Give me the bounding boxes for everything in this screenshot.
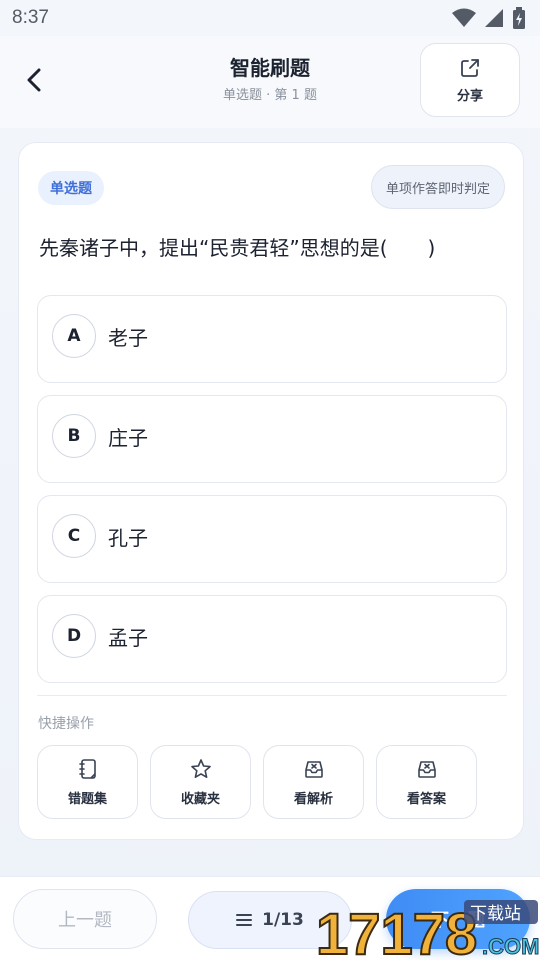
wifi-icon xyxy=(452,8,476,27)
view-explanation-button[interactable]: 看解析 xyxy=(263,745,364,819)
quick-action-label: 收藏夹 xyxy=(180,791,220,807)
status-time: 8:37 xyxy=(12,7,49,28)
header: 智能刷题 单选题 · 第 1 题 分享 xyxy=(0,36,540,128)
prev-question-button[interactable]: 上一题 xyxy=(13,889,157,949)
option-letter: A xyxy=(52,314,96,358)
quick-action-label: 看答案 xyxy=(406,791,446,807)
option-c[interactable]: C 孔子 xyxy=(37,495,507,583)
option-text: 老子 xyxy=(108,326,148,350)
option-letter: D xyxy=(52,614,96,658)
option-letter: C xyxy=(52,514,96,558)
option-d[interactable]: D 孟子 xyxy=(37,595,507,683)
question-type-badge: 单选题 xyxy=(38,171,104,205)
status-bar: 8:37 xyxy=(0,0,540,36)
progress-label: 1/13 xyxy=(262,910,304,930)
divider xyxy=(37,695,507,696)
quick-action-label: 看解析 xyxy=(293,791,333,807)
option-b[interactable]: B 庄子 xyxy=(37,395,507,483)
notebook-icon xyxy=(78,758,96,779)
question-progress-button[interactable]: 1/13 xyxy=(188,891,352,949)
status-icons xyxy=(452,7,526,29)
favorites-button[interactable]: 收藏夹 xyxy=(150,745,251,819)
answer-mode-badge: 单项作答即时判定 xyxy=(370,165,505,209)
share-icon xyxy=(461,58,479,77)
option-a[interactable]: A 老子 xyxy=(37,295,507,383)
bottom-bar: 上一题 1/13 下一题 xyxy=(0,876,540,960)
star-icon xyxy=(190,758,211,778)
wrong-questions-button[interactable]: 错题集 xyxy=(37,745,138,819)
quick-actions-label: 快捷操作 xyxy=(38,716,94,732)
option-text: 庄子 xyxy=(108,426,148,450)
signal-icon xyxy=(485,9,503,27)
next-question-button[interactable]: 下一题 xyxy=(386,889,530,949)
share-label: 分享 xyxy=(456,88,483,104)
view-answer-button[interactable]: 看答案 xyxy=(376,745,477,819)
option-text: 孔子 xyxy=(108,526,148,550)
battery-icon xyxy=(513,7,525,29)
question-text: 先秦诸子中，提出“民贵君轻”思想的是( ) xyxy=(39,236,436,260)
inbox-x-icon xyxy=(417,760,436,778)
share-button[interactable]: 分享 xyxy=(420,43,520,117)
option-text: 孟子 xyxy=(108,626,148,650)
quick-action-label: 错题集 xyxy=(67,791,107,807)
question-card: 单选题 单项作答即时判定 先秦诸子中，提出“民贵君轻”思想的是( ) A 老子 … xyxy=(18,142,524,840)
menu-icon xyxy=(236,914,253,926)
inbox-x-icon xyxy=(304,760,323,778)
option-letter: B xyxy=(52,414,96,458)
